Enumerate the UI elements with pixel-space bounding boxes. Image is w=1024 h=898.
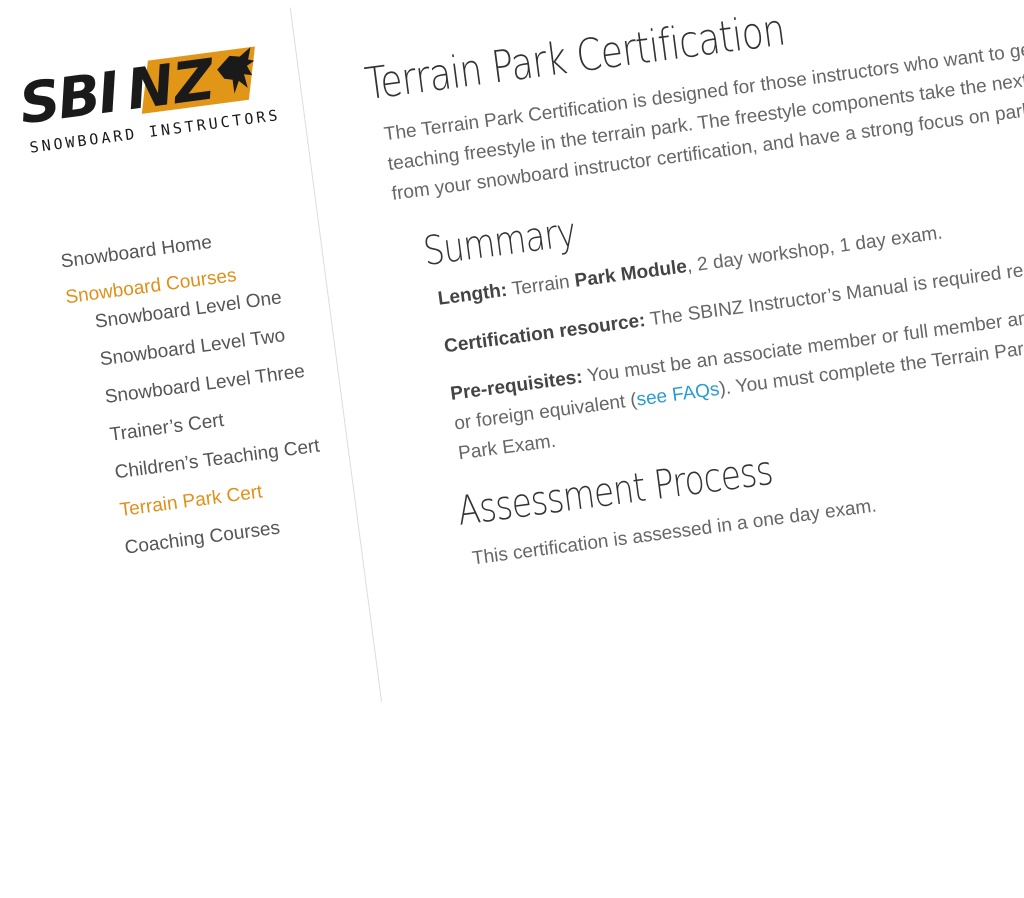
see-faqs-link[interactable]: see FAQs xyxy=(635,379,720,411)
logo-wordmark-left: SBI xyxy=(15,60,122,138)
sbinz-logo[interactable]: SBI NZ SNOWBOARD INSTRUCTORS xyxy=(16,46,281,157)
sidebar-nav: Snowboard Home Snowboard Courses Snowboa… xyxy=(59,216,358,565)
length-pre: Terrain xyxy=(510,271,571,300)
main-content: Terrain Park Certification The Terrain P… xyxy=(362,0,1024,598)
length-bold: Park Module xyxy=(573,256,689,292)
resource-label: Certification resource: xyxy=(442,310,647,358)
logo-wordmark-right: NZ xyxy=(122,47,219,124)
page-canvas: SBI NZ SNOWBOARD INSTRUCTORS Snowboard H… xyxy=(10,0,1024,898)
eagle-icon xyxy=(217,47,255,94)
logo-mark: SBI NZ xyxy=(16,46,255,137)
prereq-text-4: Park Exam. xyxy=(457,430,558,465)
length-label: Length: xyxy=(436,279,509,310)
